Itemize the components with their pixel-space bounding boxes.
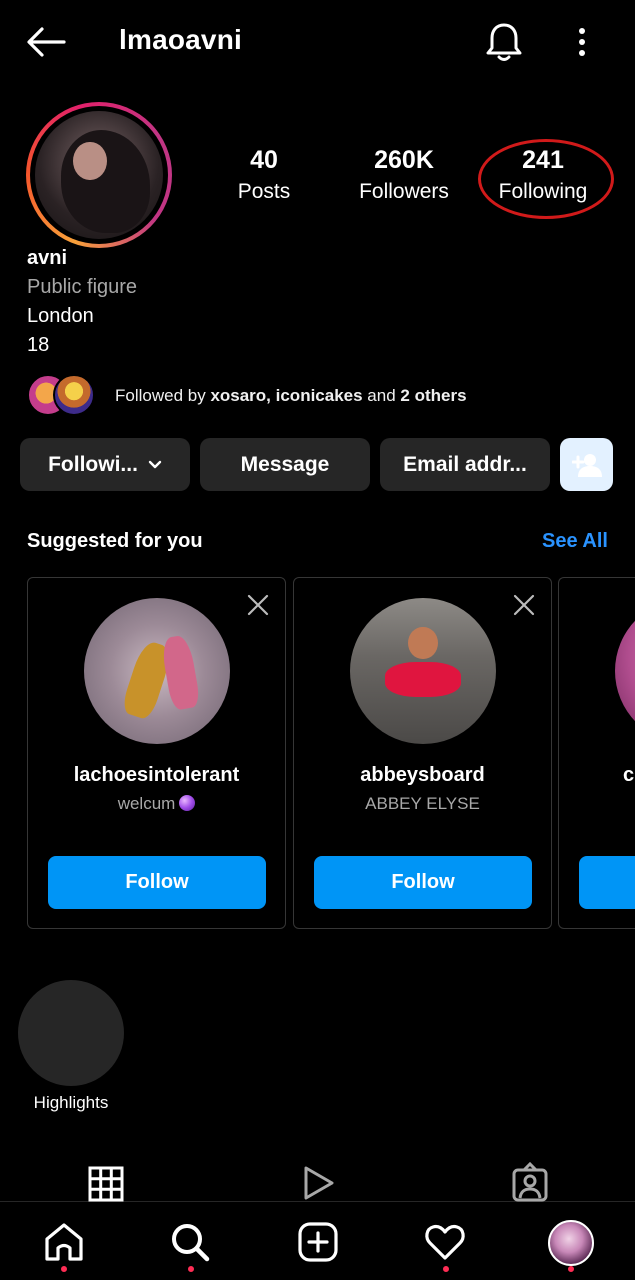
grid-icon[interactable]: [86, 1162, 126, 1202]
email-button[interactable]: Email addr...: [380, 438, 550, 491]
highlight-new-circle[interactable]: [18, 980, 124, 1086]
profile-name: avni: [27, 247, 68, 269]
following-button-label: Followi...: [48, 452, 138, 476]
bell-icon[interactable]: [484, 20, 524, 64]
notification-dot: [61, 1266, 67, 1272]
suggest-people-button[interactable]: [560, 438, 613, 491]
bio-line-age: 18: [27, 334, 50, 356]
suggestion-avatar[interactable]: [350, 598, 496, 744]
suggestion-username[interactable]: lachoesintolerant: [28, 764, 285, 787]
bottom-nav: [0, 1203, 635, 1280]
notification-dot: [443, 1266, 449, 1272]
suggestion-username[interactable]: c: [623, 764, 635, 787]
suggestion-subtitle: ABBEY ELYSE: [365, 794, 480, 813]
suggestion-username[interactable]: abbeysboard: [294, 764, 551, 787]
search-icon[interactable]: [168, 1220, 212, 1264]
profile-category: Public figure: [27, 276, 138, 298]
stat-posts[interactable]: 40 Posts: [204, 146, 324, 204]
content-tabs: [0, 1150, 635, 1202]
follow-button[interactable]: Follow: [48, 856, 266, 909]
mutual-followers-text: Followed by xosaro, iconicakes and 2 oth…: [115, 386, 467, 405]
mutual-avatar: [53, 374, 95, 416]
follow-button[interactable]: [579, 856, 635, 909]
message-button[interactable]: Message: [200, 438, 370, 491]
add-user-icon: [571, 453, 602, 477]
profile-tab-avatar[interactable]: [548, 1220, 594, 1266]
follow-button[interactable]: Follow: [314, 856, 532, 909]
followers-label: Followers: [359, 180, 449, 203]
close-icon[interactable]: [513, 594, 535, 616]
create-post-icon[interactable]: [296, 1220, 340, 1264]
followers-count: 260K: [374, 146, 434, 174]
suggestion-subtitle: welcum: [28, 794, 285, 814]
profile-username: lmaoavni: [119, 24, 242, 55]
crystal-ball-icon: [179, 795, 196, 811]
chevron-down-icon: [148, 460, 162, 468]
stat-followers[interactable]: 260K Followers: [344, 146, 464, 204]
back-arrow-icon[interactable]: [24, 24, 68, 60]
reels-icon[interactable]: [298, 1162, 338, 1202]
profile-avatar[interactable]: [26, 102, 172, 248]
suggestion-card[interactable]: abbeysboard ABBEY ELYSE Follow: [293, 577, 552, 929]
see-all-link[interactable]: See All: [542, 530, 608, 553]
top-bar: lmaoavni: [0, 0, 635, 84]
mutual-followers[interactable]: Followed by xosaro, iconicakes and 2 oth…: [27, 372, 627, 416]
following-button[interactable]: Followi...: [20, 438, 190, 491]
home-icon[interactable]: [42, 1220, 86, 1264]
bio-line-city: London: [27, 305, 94, 327]
heart-icon[interactable]: [423, 1220, 467, 1264]
suggestion-card-partial[interactable]: c: [558, 577, 635, 929]
highlight-label: Highlights: [33, 1093, 109, 1112]
annotation-circle: [478, 139, 614, 219]
more-vertical-icon[interactable]: [570, 24, 594, 60]
suggested-title: Suggested for you: [27, 530, 203, 552]
tagged-icon[interactable]: [510, 1162, 550, 1202]
suggestion-avatar[interactable]: [84, 598, 230, 744]
notification-dot: [188, 1266, 194, 1272]
posts-count: 40: [250, 146, 278, 174]
close-icon[interactable]: [247, 594, 269, 616]
suggestion-avatar[interactable]: [615, 598, 635, 744]
avatar-photo: [35, 111, 163, 239]
posts-label: Posts: [237, 180, 291, 203]
notification-dot: [568, 1266, 574, 1272]
suggestion-card[interactable]: lachoesintolerant welcum Follow: [27, 577, 286, 929]
